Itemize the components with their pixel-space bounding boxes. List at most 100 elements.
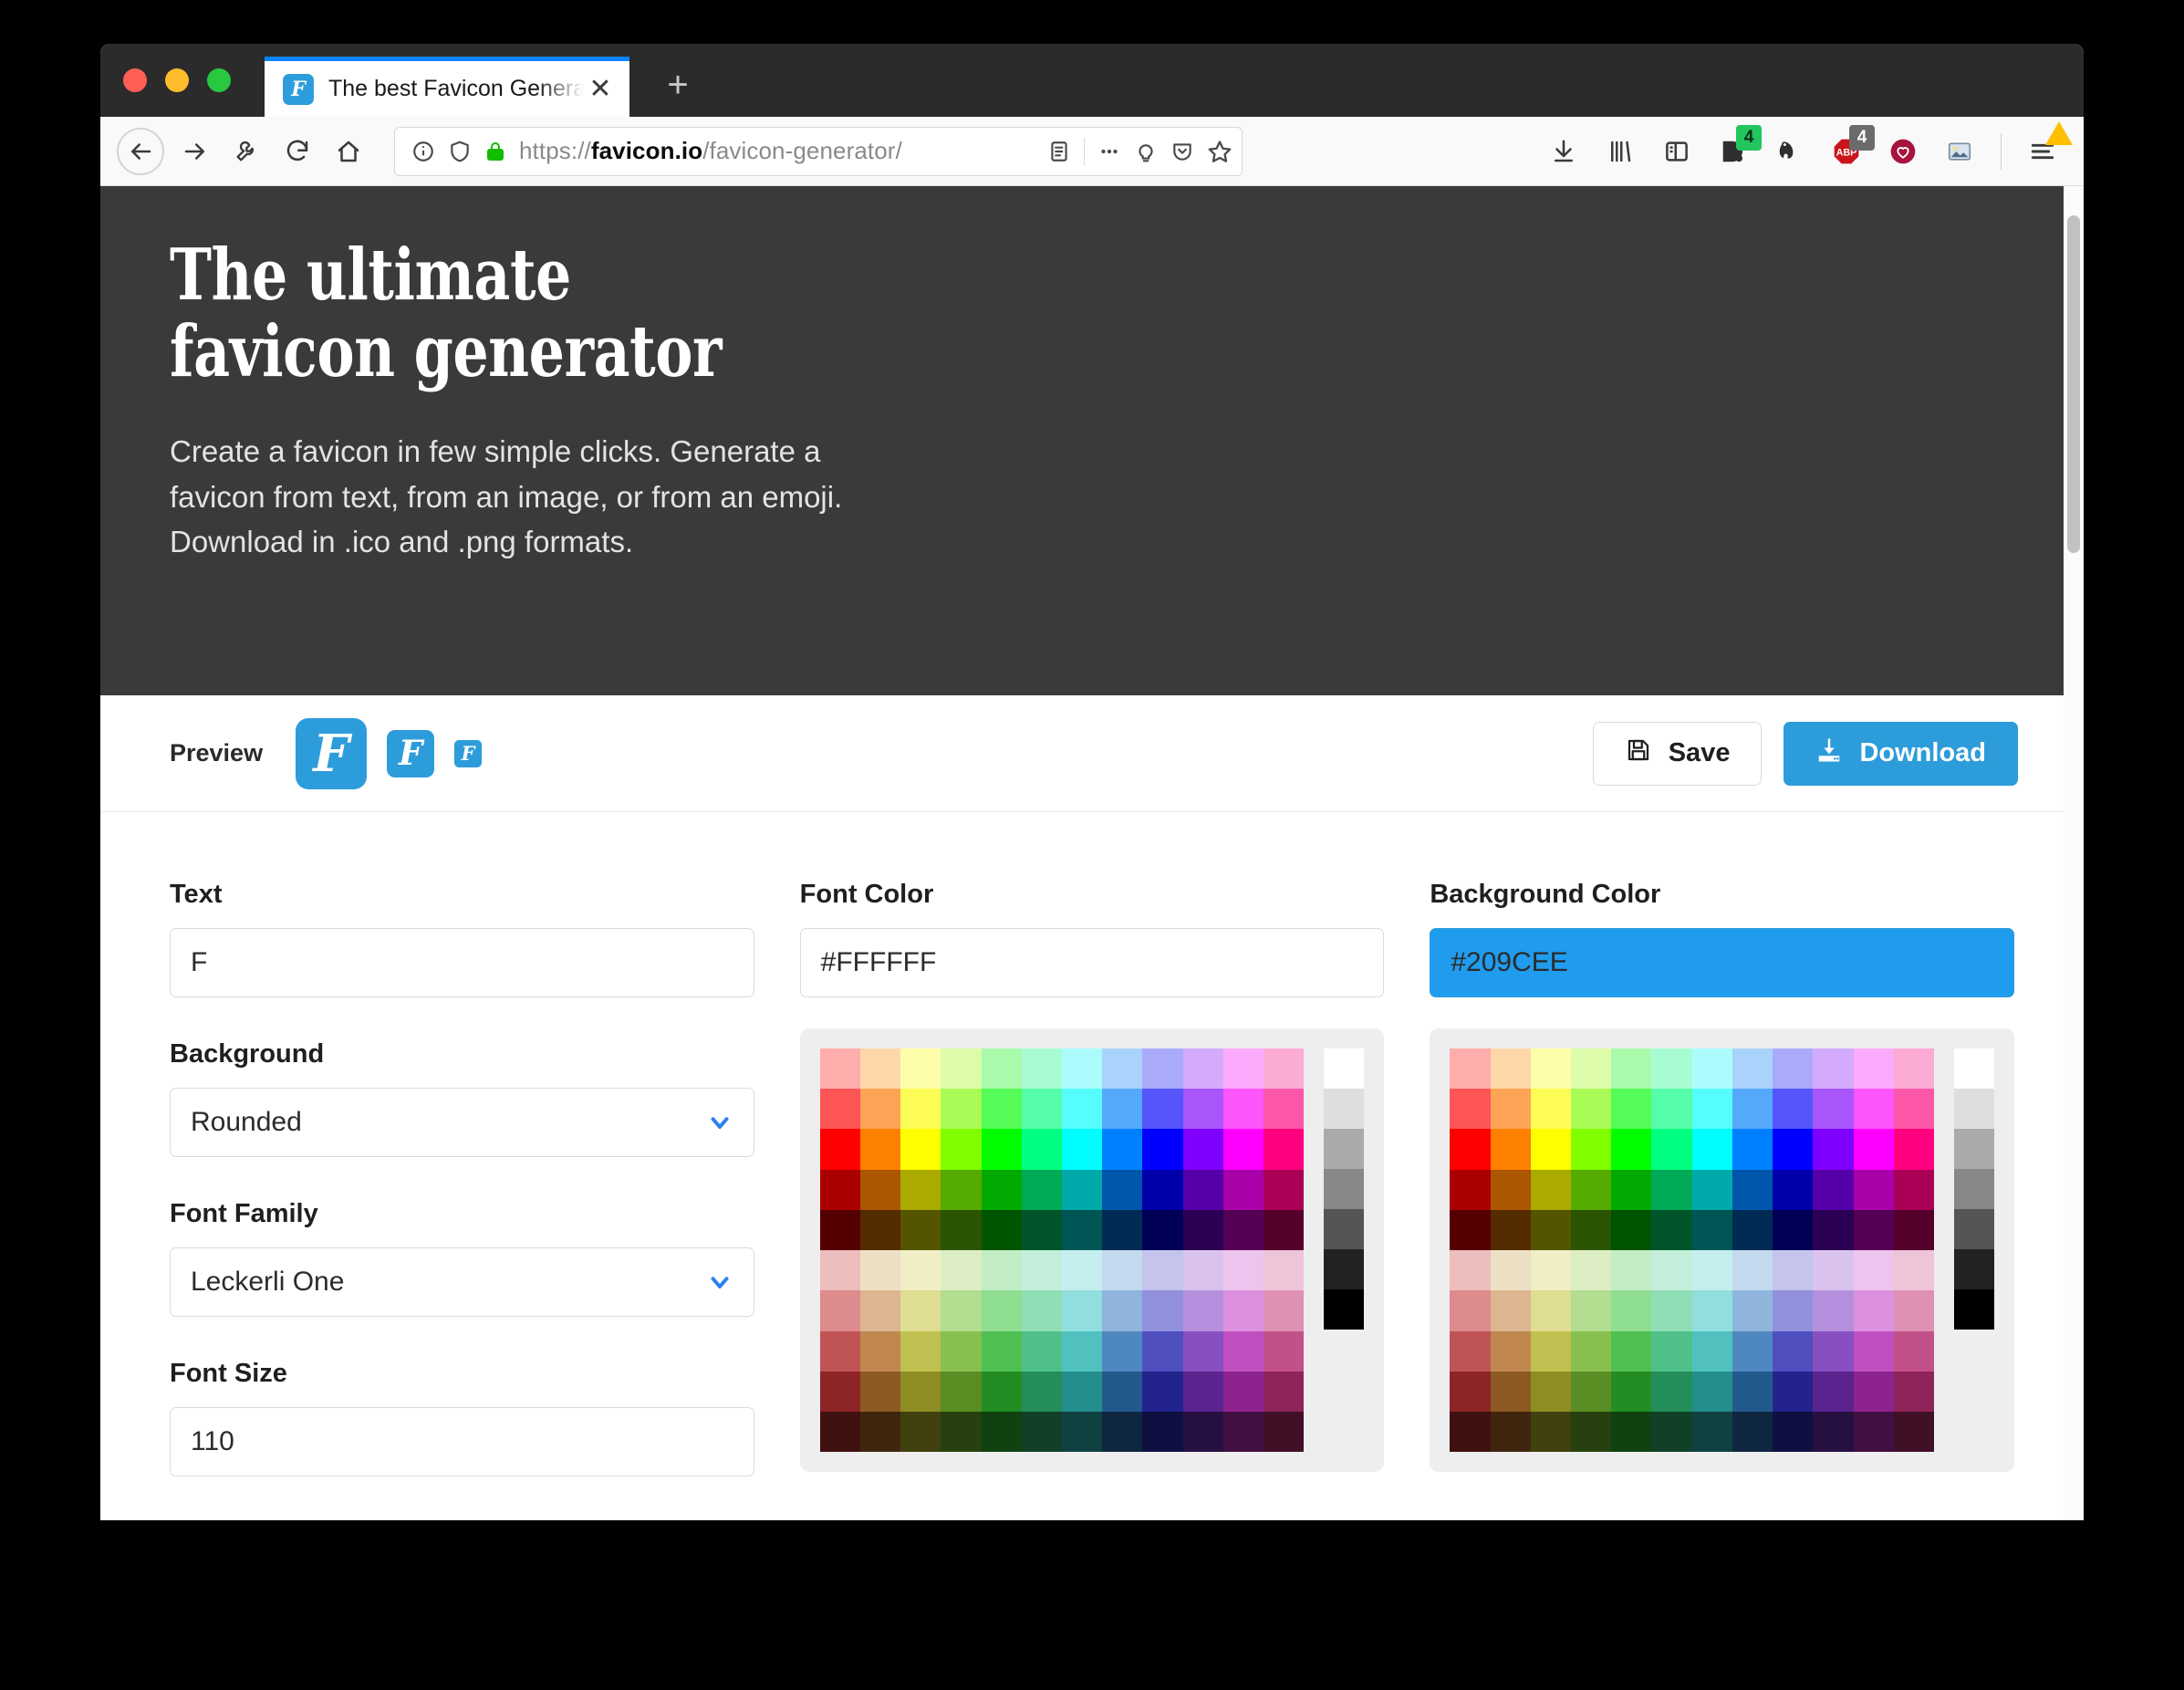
color-swatch[interactable] [859,1330,901,1372]
color-swatch[interactable] [1893,1169,1935,1210]
color-swatch[interactable] [1222,1048,1264,1090]
color-swatch[interactable] [1264,1129,1305,1170]
color-swatch[interactable] [819,1129,860,1170]
color-swatch[interactable] [1142,1330,1183,1372]
color-swatch[interactable] [1571,1169,1612,1210]
color-swatch[interactable] [1853,1169,1894,1210]
color-swatch[interactable] [1182,1371,1223,1413]
color-swatch[interactable] [1264,1330,1305,1372]
color-swatch[interactable] [1853,1129,1894,1170]
color-swatch[interactable] [1062,1129,1103,1170]
font-color-picker[interactable] [799,1028,1385,1473]
color-swatch[interactable] [1490,1129,1531,1170]
color-swatch[interactable] [1893,1250,1935,1291]
color-swatch[interactable] [859,1048,901,1090]
color-swatch[interactable] [1264,1290,1305,1331]
color-swatch[interactable] [1691,1169,1732,1210]
downloads-icon[interactable] [1539,127,1588,176]
color-swatch[interactable] [819,1290,860,1331]
color-swatch[interactable] [1853,1250,1894,1291]
window-minimize-button[interactable] [165,68,189,92]
color-swatch[interactable] [1490,1089,1531,1130]
color-swatch[interactable] [819,1371,860,1413]
color-swatch[interactable] [1530,1412,1571,1453]
color-swatch[interactable] [981,1412,1022,1453]
browser-tab-active[interactable]: F The best Favicon Generator (co ✕ [265,57,629,117]
home-button[interactable] [323,126,374,177]
color-swatch[interactable] [1450,1129,1491,1170]
address-bar[interactable]: https://favicon.io/favicon-generator/ [394,126,1243,176]
color-swatch[interactable] [1222,1371,1264,1413]
background-color-input[interactable]: #209CEE [1430,928,2015,997]
font-color-input[interactable]: #FFFFFF [799,928,1385,997]
color-swatch[interactable] [1773,1129,1814,1170]
color-swatch[interactable] [1222,1209,1264,1251]
color-swatch[interactable] [941,1412,982,1453]
color-swatch[interactable] [1813,1089,1854,1130]
color-swatch[interactable] [1571,1250,1612,1291]
color-swatch[interactable] [819,1048,860,1090]
forward-button[interactable] [170,126,221,177]
color-swatch[interactable] [941,1169,982,1210]
background-color-picker[interactable] [1430,1028,2015,1473]
reader-view-icon[interactable] [1047,140,1071,163]
color-swatch[interactable] [1691,1129,1732,1170]
grayscale-swatch[interactable] [1324,1089,1365,1129]
color-swatch[interactable] [1490,1412,1531,1453]
bookmark-star-icon[interactable] [1207,139,1232,164]
color-swatch[interactable] [1222,1330,1264,1372]
color-swatch[interactable] [1021,1089,1062,1130]
color-swatch[interactable] [1732,1169,1773,1210]
color-swatch[interactable] [1062,1330,1103,1372]
color-swatch[interactable] [1182,1209,1223,1251]
color-swatch[interactable] [1062,1048,1103,1090]
color-swatch[interactable] [1222,1250,1264,1291]
background-select[interactable]: Rounded [170,1088,754,1157]
font-size-input[interactable]: 110 [170,1407,754,1476]
color-swatch[interactable] [1691,1290,1732,1331]
color-swatch[interactable] [1853,1089,1894,1130]
text-input[interactable]: F [170,928,754,997]
color-swatch[interactable] [1490,1330,1531,1372]
color-swatch[interactable] [1530,1089,1571,1130]
color-swatch[interactable] [859,1169,901,1210]
new-tab-button[interactable]: + [659,66,697,104]
color-swatch[interactable] [941,1048,982,1090]
sidebar-icon[interactable] [1652,127,1701,176]
adblock-plus-icon[interactable]: ABP 4 [1822,124,1875,176]
hamburger-menu-icon[interactable] [2018,120,2073,176]
color-swatch[interactable] [1651,1048,1692,1090]
color-swatch[interactable] [1893,1330,1935,1372]
color-swatch[interactable] [1773,1371,1814,1413]
color-swatch[interactable] [1813,1290,1854,1331]
color-swatch[interactable] [1732,1129,1773,1170]
color-swatch[interactable] [1450,1169,1491,1210]
color-swatch[interactable] [1062,1412,1103,1453]
color-swatch[interactable] [1490,1048,1531,1090]
color-swatch[interactable] [1530,1250,1571,1291]
color-swatch[interactable] [1893,1129,1935,1170]
color-swatch[interactable] [981,1089,1022,1130]
color-swatch[interactable] [900,1250,941,1291]
color-swatch[interactable] [1893,1412,1935,1453]
grayscale-swatch[interactable] [1954,1089,1995,1129]
color-swatch[interactable] [1571,1048,1612,1090]
color-swatch[interactable] [1571,1089,1612,1130]
color-swatch[interactable] [1813,1250,1854,1291]
color-swatch[interactable] [1853,1371,1894,1413]
color-swatch[interactable] [1142,1209,1183,1251]
color-swatch[interactable] [1773,1250,1814,1291]
color-swatch[interactable] [1611,1209,1652,1251]
color-swatch[interactable] [859,1290,901,1331]
color-swatch[interactable] [900,1330,941,1372]
color-swatch[interactable] [1062,1169,1103,1210]
color-swatch[interactable] [1490,1290,1531,1331]
color-swatch[interactable] [1773,1412,1814,1453]
color-swatch[interactable] [1611,1250,1652,1291]
color-swatch[interactable] [1651,1250,1692,1291]
color-swatch[interactable] [1611,1371,1652,1413]
color-swatch[interactable] [859,1250,901,1291]
color-swatch[interactable] [1102,1330,1143,1372]
color-swatch[interactable] [900,1169,941,1210]
color-swatch[interactable] [900,1290,941,1331]
